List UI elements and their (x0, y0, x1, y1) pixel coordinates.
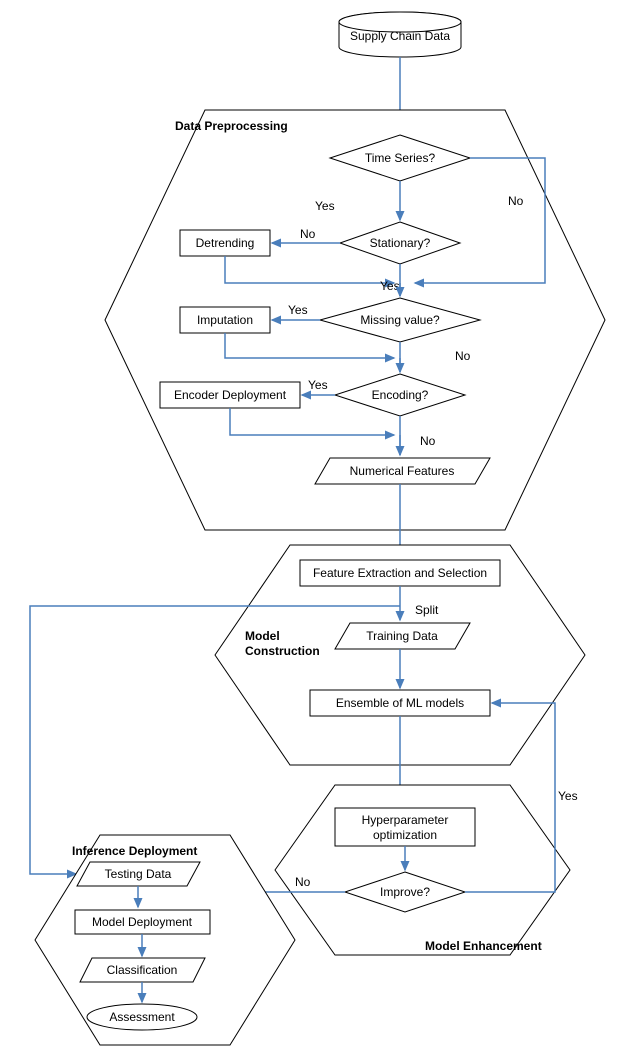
svg-text:Training Data: Training Data (366, 629, 438, 643)
svg-text:Numerical Features: Numerical Features (350, 464, 455, 478)
process-ensemble: Ensemble of ML models (310, 690, 490, 716)
start-label: Supply Chain Data (350, 29, 450, 43)
svg-text:Encoding?: Encoding? (372, 388, 429, 402)
d4-no-label: No (420, 434, 436, 448)
improve-yes-label: Yes (558, 789, 578, 803)
data-numerical-features: Numerical Features (315, 458, 490, 484)
d2-no-label: No (300, 227, 316, 241)
svg-text:Model Deployment: Model Deployment (92, 915, 193, 929)
d3-yes-label: Yes (288, 303, 308, 317)
d3-no-label: No (455, 349, 471, 363)
stage2-title-l2: Construction (245, 644, 320, 658)
svg-text:Detrending: Detrending (196, 236, 255, 250)
svg-text:Ensemble of ML models: Ensemble of ML models (336, 696, 464, 710)
process-detrending: Detrending (180, 230, 270, 256)
d1-yes-label: Yes (315, 199, 335, 213)
terminator-assessment: Assessment (87, 1004, 197, 1030)
d1-no-label: No (508, 194, 524, 208)
process-encoder-deployment: Encoder Deployment (160, 382, 300, 408)
svg-text:Missing value?: Missing value? (360, 313, 440, 327)
data-classification: Classification (80, 958, 205, 982)
svg-text:Improve?: Improve? (380, 885, 430, 899)
svg-text:Time Series?: Time Series? (365, 151, 436, 165)
process-model-deployment: Model Deployment (75, 910, 210, 934)
data-training-data: Training Data (335, 623, 470, 649)
start-supply-chain-data: Supply Chain Data (339, 12, 461, 57)
svg-text:Testing Data: Testing Data (105, 867, 172, 881)
svg-text:Assessment: Assessment (109, 1010, 175, 1024)
improve-no-label: No (295, 875, 311, 889)
data-testing-data: Testing Data (77, 862, 200, 886)
svg-text:Feature Extraction and Selecti: Feature Extraction and Selection (313, 566, 487, 580)
stage3-title: Model Enhancement (425, 939, 542, 953)
d4-yes-label: Yes (308, 378, 328, 392)
stage4-title: Inference Deployment (72, 844, 197, 858)
split-label: Split (415, 603, 439, 617)
svg-text:Classification: Classification (107, 963, 178, 977)
svg-text:optimization: optimization (373, 828, 437, 842)
stage2-title-l1: Model (245, 629, 280, 643)
svg-text:Stationary?: Stationary? (370, 236, 431, 250)
stage1-title: Data Preprocessing (175, 119, 288, 133)
d2-yes-label: Yes (380, 279, 400, 293)
process-feature-extraction: Feature Extraction and Selection (300, 560, 500, 586)
process-imputation: Imputation (180, 307, 270, 333)
svg-text:Encoder Deployment: Encoder Deployment (174, 388, 287, 402)
svg-text:Hyperparameter: Hyperparameter (362, 813, 449, 827)
svg-text:Imputation: Imputation (197, 313, 253, 327)
process-hyperparameter-optimization: Hyperparameter optimization (335, 808, 475, 846)
